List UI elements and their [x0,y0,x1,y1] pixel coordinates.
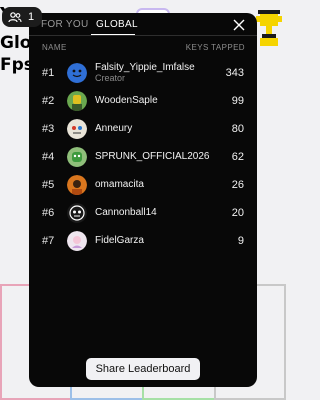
avatar [67,147,87,167]
avatar [67,231,87,251]
row-score: 62 [231,151,244,163]
avatar [67,203,87,223]
avatar [67,91,87,111]
row-rank: #1 [42,67,55,79]
row-rank: #3 [42,123,55,135]
users-count-chip[interactable]: 1 [2,7,43,27]
row-score: 9 [237,235,244,247]
row-rank: #4 [42,151,55,163]
row-username: omamacita [95,179,144,190]
tab-for-you[interactable]: FOR YOU [41,19,88,30]
row-score: 343 [225,67,244,79]
leaderboard-row[interactable]: #2 WoodenSaple 99 [29,88,257,114]
leaderboard-row[interactable]: #7 FidelGarza 9 [29,228,257,254]
row-rank: #5 [42,179,55,191]
trophy-icon [256,8,282,48]
leaderboard-row[interactable]: #6 Cannonball14 20 [29,200,257,226]
row-username: Falsity_Yippie_Imfalse [95,62,195,73]
row-username: SPRUNK_OFFICIAL2026 [95,151,210,162]
tabs-divider [29,35,257,36]
close-icon [233,19,245,31]
column-header-keys-tapped: KEYS TAPPED [185,43,245,52]
avatar [67,63,87,83]
share-leaderboard-button[interactable]: Share Leaderboard [86,358,200,380]
row-username: Anneury [95,123,133,134]
tab-global[interactable]: GLOBAL [96,19,138,30]
row-rank: #6 [42,207,55,219]
active-tab-indicator [91,34,135,35]
leaderboard-row[interactable]: #5 omamacita 26 [29,172,257,198]
column-header-name: NAME [42,43,67,52]
row-score: 80 [231,123,244,135]
row-creator-badge: Creator [95,73,126,83]
row-score: 20 [231,207,244,219]
row-score: 26 [231,179,244,191]
avatar [67,119,87,139]
row-username: FidelGarza [95,235,144,246]
users-icon [8,11,22,23]
leaderboard-row[interactable]: #1 Falsity_Yippie_Imfalse Creator 343 [29,60,257,86]
leaderboard-row[interactable]: #4 SPRUNK_OFFICIAL2026 62 [29,144,257,170]
leaderboard-tabs: FOR YOU GLOBAL [29,13,257,37]
leaderboard-panel: FOR YOU GLOBAL NAME KEYS TAPPED #1 Falsi… [29,13,257,387]
users-count: 1 [28,11,35,23]
close-button[interactable] [233,19,245,31]
row-username: WoodenSaple [95,95,158,106]
avatar [67,175,87,195]
row-username: Cannonball14 [95,207,157,218]
row-rank: #7 [42,235,55,247]
leaderboard-row[interactable]: #3 Anneury 80 [29,116,257,142]
row-score: 99 [231,95,244,107]
row-rank: #2 [42,95,55,107]
